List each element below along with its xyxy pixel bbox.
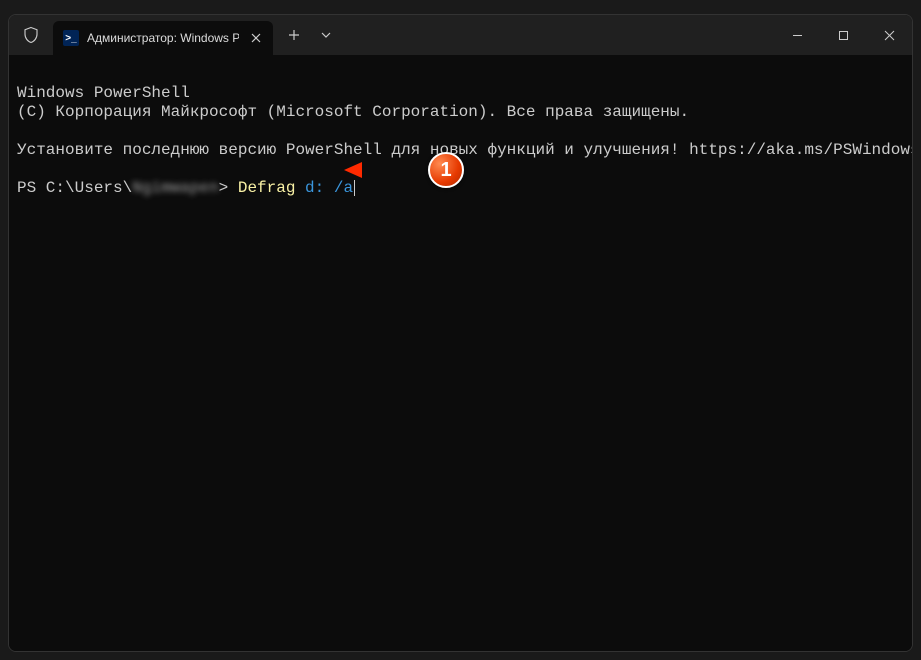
prompt-user-blurred: Ngimмapen — [132, 179, 218, 198]
command-args: d: /a — [295, 179, 353, 197]
output-line: Установите последнюю версию PowerShell д… — [17, 141, 904, 160]
prompt-path: PS C:\Users\ — [17, 179, 132, 197]
close-window-button[interactable] — [866, 15, 912, 55]
output-line: Windows PowerShell — [17, 84, 904, 103]
prompt-suffix: > — [219, 179, 238, 197]
titlebar: >_ Администратор: Windows Pc — [9, 15, 912, 55]
new-tab-button[interactable] — [277, 29, 311, 41]
output-line: (C) Корпорация Майкрософт (Microsoft Cor… — [17, 103, 904, 122]
tab-title: Администратор: Windows Pc — [87, 31, 239, 45]
titlebar-left: >_ Администратор: Windows Pc — [9, 15, 774, 55]
active-tab[interactable]: >_ Администратор: Windows Pc — [53, 21, 273, 55]
powershell-icon: >_ — [63, 30, 79, 46]
tab-dropdown-button[interactable] — [311, 32, 341, 38]
minimize-button[interactable] — [774, 15, 820, 55]
window-controls — [774, 15, 912, 55]
arrow-icon — [344, 160, 424, 180]
ps-icon-glyph: >_ — [65, 33, 76, 44]
command-keyword: Defrag — [238, 179, 296, 197]
prompt-line: PS C:\Users\Ngimмapen> Defrag d: /a — [17, 179, 904, 198]
output-link: https://aka.ms/PSWindows — [689, 141, 913, 159]
step-number: 1 — [440, 161, 451, 180]
close-tab-button[interactable] — [247, 29, 265, 47]
uac-shield-icon — [9, 26, 53, 44]
terminal-body[interactable]: Windows PowerShell(C) Корпорация Майкрос… — [9, 55, 912, 651]
maximize-button[interactable] — [820, 15, 866, 55]
terminal-window: >_ Администратор: Windows Pc — [8, 14, 913, 652]
text-cursor — [354, 180, 355, 196]
output-text: Установите последнюю версию PowerShell д… — [17, 141, 689, 159]
